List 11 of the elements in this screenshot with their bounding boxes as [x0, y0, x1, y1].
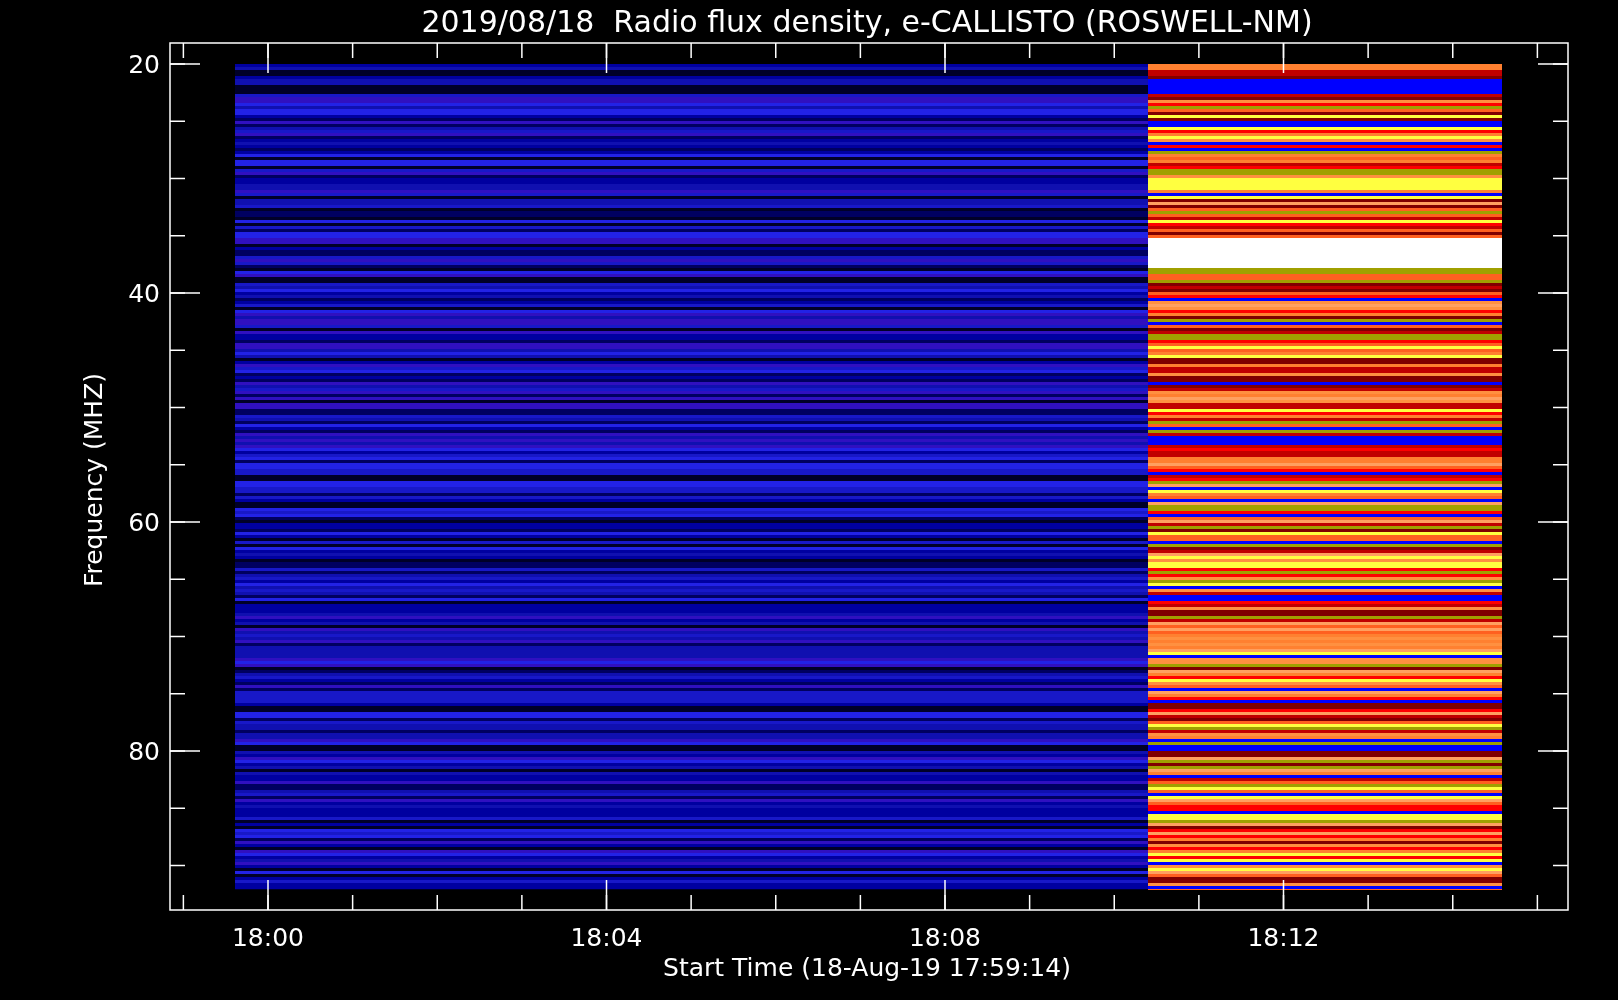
chart-title: 2019/08/18 Radio flux density, e-CALLISTO (ROSWELL-NM) — [421, 4, 1313, 39]
y-tick-label: 80 — [128, 737, 160, 766]
x-tick-label: 18:12 — [1247, 923, 1320, 952]
y-tick-label: 40 — [128, 279, 160, 308]
x-tick-label: 18:04 — [570, 923, 643, 952]
y-tick-label: 60 — [128, 508, 160, 537]
y-axis-title: Frequency (MHZ) — [79, 372, 108, 588]
x-tick-label: 18:08 — [909, 923, 981, 952]
y-tick-label: 20 — [128, 50, 160, 79]
x-tick-label: 18:00 — [232, 923, 304, 952]
x-axis-title: Start Time (18-Aug-19 17:59:14) — [663, 953, 1071, 982]
